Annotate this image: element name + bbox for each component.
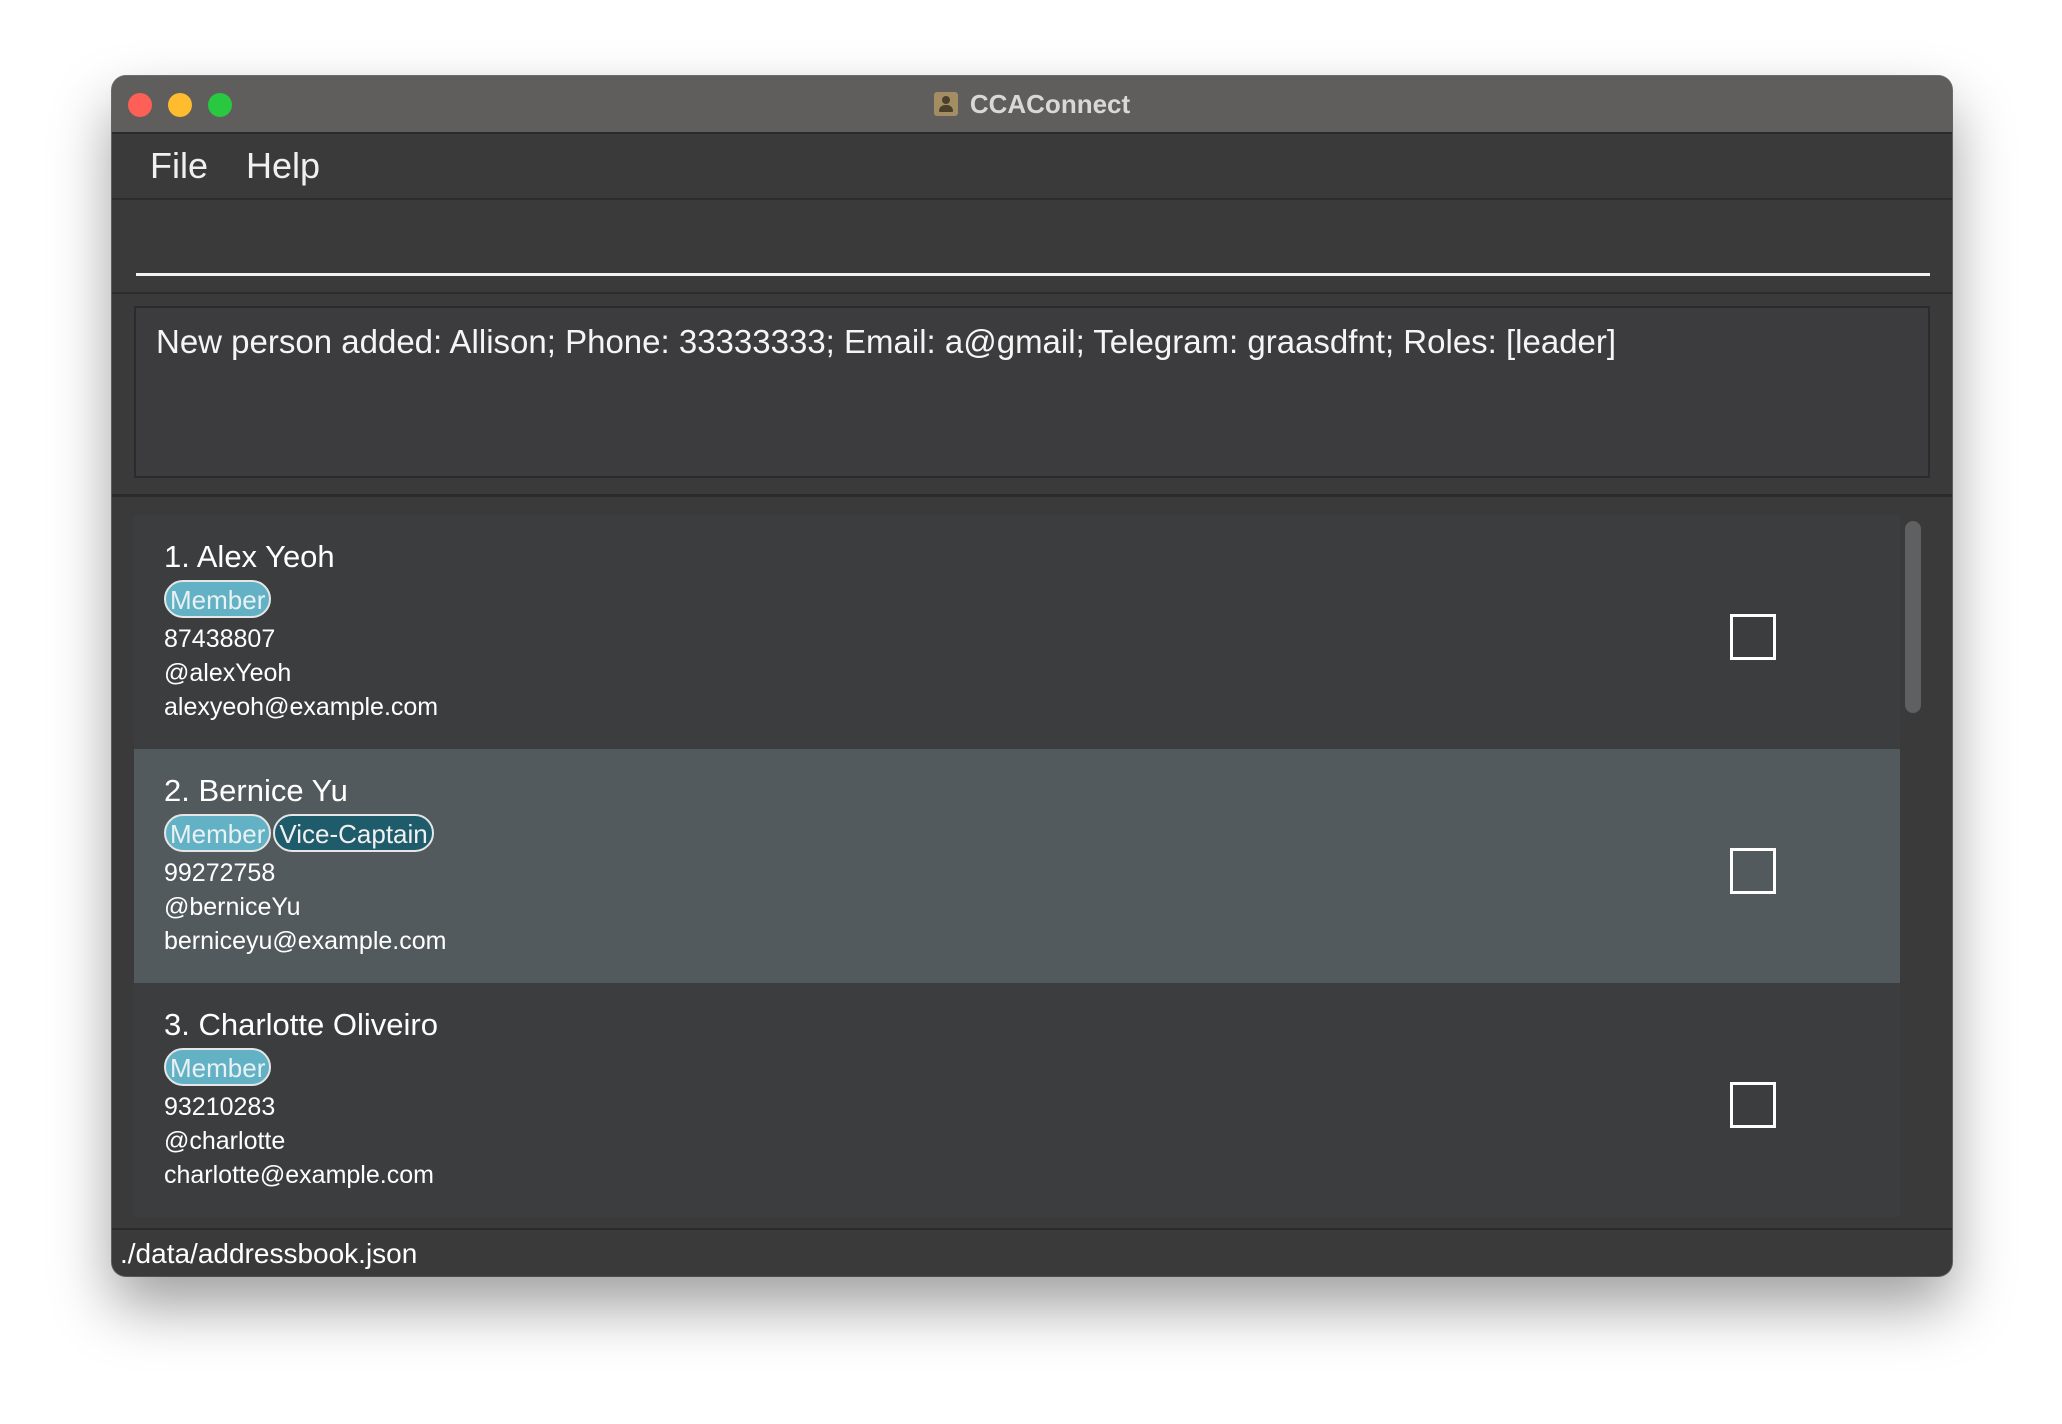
role-tag-member: Member bbox=[164, 814, 272, 852]
person-phone: 93210283 bbox=[164, 1093, 276, 1121]
status-bar: ./data/addressbook.json bbox=[112, 1228, 1952, 1276]
person-telegram: @charlotte bbox=[164, 1127, 286, 1155]
menu-help[interactable]: Help bbox=[242, 145, 324, 187]
person-card[interactable]: 3. Charlotte Oliveiro Member 93210283 @c… bbox=[134, 983, 1900, 1217]
role-tags: Member bbox=[164, 580, 1900, 618]
person-email: alexyeoh@example.com bbox=[164, 693, 439, 721]
result-display: New person added: Allison; Phone: 333333… bbox=[134, 306, 1930, 478]
window-title: CCAConnect bbox=[969, 88, 1131, 119]
scrollbar-thumb[interactable] bbox=[1905, 521, 1921, 713]
person-card-selected[interactable]: 2. Bernice Yu Member Vice-Captain 992727… bbox=[134, 749, 1900, 983]
person-phone: 87438807 bbox=[164, 625, 276, 653]
person-email: charlotte@example.com bbox=[164, 1161, 434, 1189]
attendance-checkbox[interactable] bbox=[1730, 1082, 1776, 1128]
title-group: CCAConnect bbox=[112, 76, 1952, 132]
command-input[interactable] bbox=[136, 218, 1930, 276]
vertical-scrollbar[interactable] bbox=[1902, 515, 1924, 1219]
person-name: 1. Alex Yeoh bbox=[164, 539, 335, 574]
person-phone: 99272758 bbox=[164, 859, 276, 887]
person-email: berniceyu@example.com bbox=[164, 927, 447, 955]
person-name: 3. Charlotte Oliveiro bbox=[164, 1007, 438, 1042]
role-tag-member: Member bbox=[164, 580, 272, 618]
title-bar[interactable]: CCAConnect bbox=[112, 76, 1952, 134]
menu-bar: File Help bbox=[112, 134, 1952, 200]
person-card[interactable]: 1. Alex Yeoh Member 87438807 @alexYeoh a… bbox=[134, 515, 1900, 749]
person-telegram: @alexYeoh bbox=[164, 659, 292, 687]
person-name: 2. Bernice Yu bbox=[164, 773, 348, 808]
contacts-book-icon bbox=[933, 92, 958, 116]
person-list[interactable]: 1. Alex Yeoh Member 87438807 @alexYeoh a… bbox=[134, 515, 1900, 1217]
result-display-area: New person added: Allison; Phone: 333333… bbox=[112, 294, 1952, 497]
person-telegram: @berniceYu bbox=[164, 893, 301, 921]
person-list-panel: 1. Alex Yeoh Member 87438807 @alexYeoh a… bbox=[112, 497, 1952, 1228]
menu-file[interactable]: File bbox=[146, 145, 212, 187]
command-box-area bbox=[112, 200, 1952, 294]
role-tag-vice-captain: Vice-Captain bbox=[273, 814, 434, 852]
role-tag-member: Member bbox=[164, 1048, 272, 1086]
app-window: CCAConnect File Help New person added: A… bbox=[112, 76, 1952, 1276]
attendance-checkbox[interactable] bbox=[1730, 614, 1776, 660]
role-tags: Member bbox=[164, 1048, 1900, 1086]
save-file-path: ./data/addressbook.json bbox=[120, 1238, 418, 1269]
role-tags: Member Vice-Captain bbox=[164, 814, 1900, 852]
attendance-checkbox[interactable] bbox=[1730, 848, 1776, 894]
